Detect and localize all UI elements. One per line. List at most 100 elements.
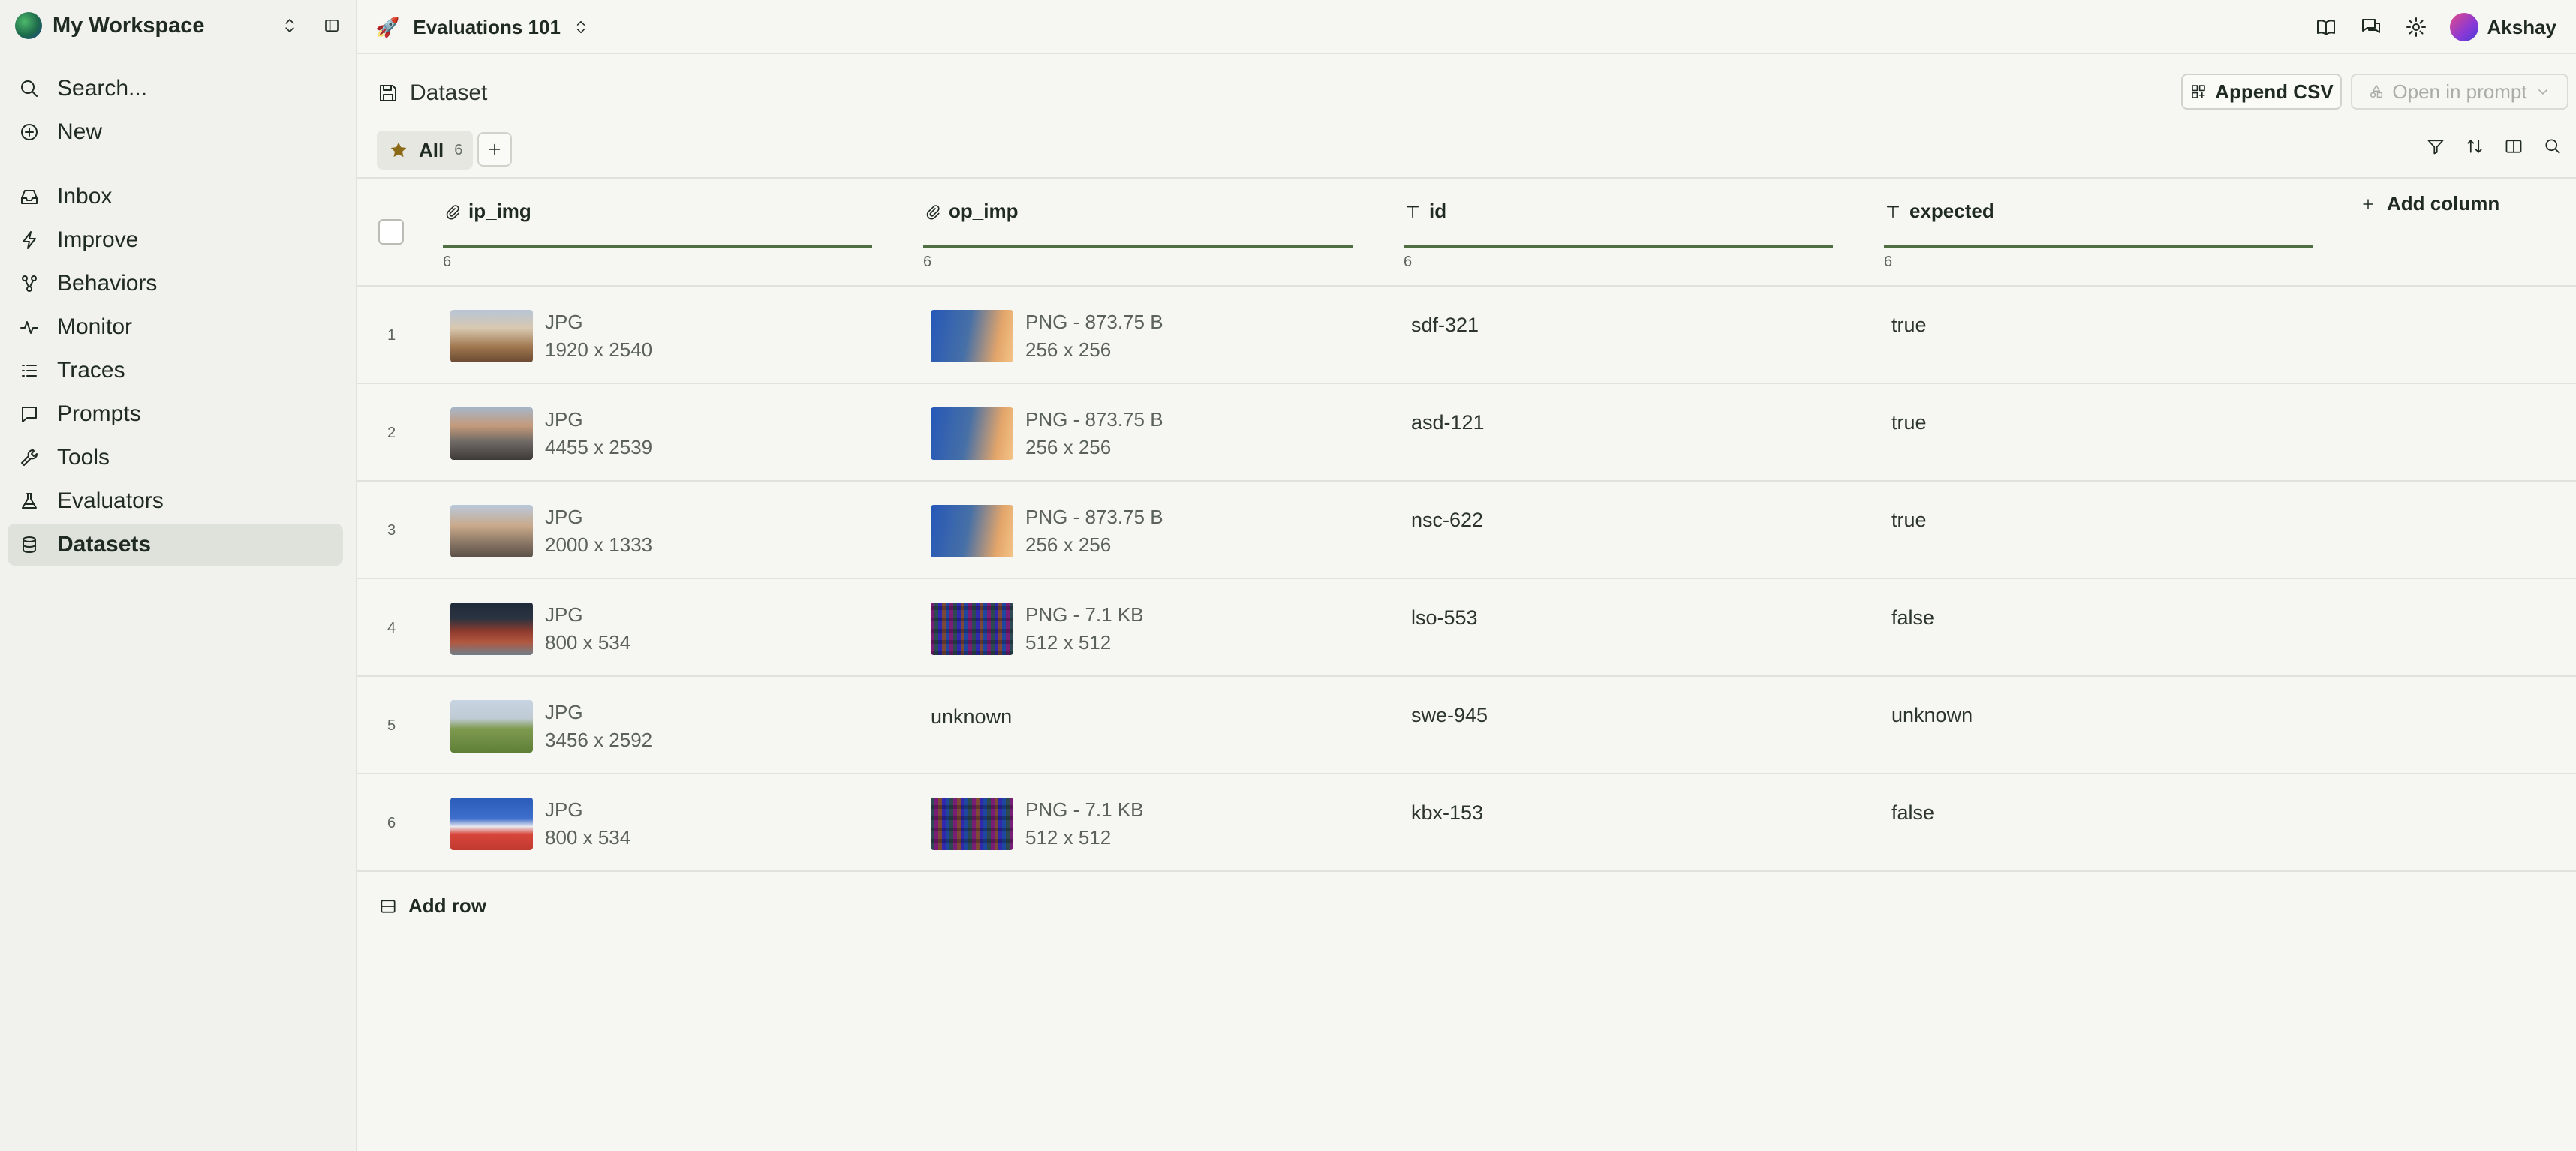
cell-ip-img[interactable]: JPG 800 x 534 — [450, 602, 630, 656]
file-format: PNG - 873.75 B — [1025, 311, 1163, 333]
sidebar-toggle-icon[interactable] — [318, 17, 345, 35]
file-dimensions: 4455 x 2539 — [545, 436, 653, 458]
photo-thumbnail — [450, 798, 533, 850]
cell-ip-img[interactable]: JPG 4455 x 2539 — [450, 407, 652, 461]
file-dimensions: 800 x 534 — [545, 826, 631, 849]
row-index: 2 — [387, 425, 396, 441]
book-icon[interactable] — [2315, 16, 2337, 38]
open-in-prompt-button[interactable]: Open in prompt — [2351, 74, 2568, 110]
photo-thumbnail — [450, 505, 533, 557]
sidebar-item-tools[interactable]: Tools — [8, 437, 343, 479]
file-dimensions: 512 x 512 — [1025, 826, 1112, 849]
cell-expected[interactable]: true — [1891, 509, 1927, 532]
inbox-icon — [21, 190, 38, 204]
file-format: PNG - 873.75 B — [1025, 506, 1163, 528]
column-label: ip_img — [468, 200, 531, 222]
cell-id[interactable]: sdf-321 — [1411, 314, 1479, 337]
cell-op-imp[interactable]: PNG - 7.1 KB 512 x 512 — [931, 602, 1144, 656]
sidebar-item-inbox[interactable]: Inbox — [8, 176, 343, 218]
cell-id[interactable]: asd-121 — [1411, 411, 1485, 434]
sidebar-item-behaviors[interactable]: Behaviors — [8, 263, 343, 305]
sidebar-item-improve[interactable]: Improve — [8, 219, 343, 261]
photo-thumbnail — [450, 700, 533, 753]
gradient-thumbnail — [931, 407, 1013, 460]
gear-icon[interactable] — [2405, 16, 2427, 38]
cell-ip-img[interactable]: JPG 800 x 534 — [450, 797, 630, 851]
select-all-checkbox[interactable] — [378, 219, 404, 245]
topbar: 🚀 Evaluations 101 Akshay — [357, 0, 2576, 54]
cell-op-imp[interactable]: PNG - 873.75 B 256 x 256 — [931, 309, 1163, 363]
column-count: 6 — [923, 254, 932, 270]
cell-id[interactable]: swe-945 — [1411, 704, 1488, 727]
table-row[interactable]: 6 JPG 800 x 534 PNG - 7.1 KB 512 x 512 kbx… — [357, 774, 2576, 872]
database-icon — [23, 536, 36, 553]
row-index: 4 — [387, 620, 396, 636]
cell-id[interactable]: lso-553 — [1411, 606, 1478, 630]
dataset-table: ip_img 6 op_imp 6 id 6 expected 6 Add co… — [357, 177, 2576, 872]
file-format: JPG — [545, 506, 583, 528]
filter-icon[interactable] — [2426, 137, 2445, 156]
cell-op-imp[interactable]: PNG - 873.75 B 256 x 256 — [931, 504, 1163, 558]
column-count: 6 — [1884, 254, 1893, 270]
table-row[interactable]: 1 JPG 1920 x 2540 PNG - 873.75 B 256 x 256… — [357, 287, 2576, 384]
cell-id[interactable]: nsc-622 — [1411, 509, 1483, 532]
cell-expected[interactable]: true — [1891, 411, 1927, 434]
page-title: Dataset — [410, 80, 488, 105]
sidebar-item-evaluators[interactable]: Evaluators — [8, 480, 343, 522]
paperclip-icon — [446, 204, 459, 219]
file-dimensions: 1920 x 2540 — [545, 338, 653, 361]
project-switcher[interactable]: 🚀 Evaluations 101 — [375, 12, 589, 42]
cell-op-imp[interactable]: PNG - 873.75 B 256 x 256 — [931, 407, 1163, 461]
cell-id[interactable]: kbx-153 — [1411, 801, 1483, 825]
cell-ip-img[interactable]: JPG 2000 x 1333 — [450, 504, 652, 558]
cell-expected[interactable]: false — [1891, 801, 1934, 825]
append-csv-button[interactable]: Append CSV — [2181, 74, 2342, 110]
cell-ip-img[interactable]: JPG 3456 x 2592 — [450, 699, 652, 753]
chevron-down-icon — [2538, 89, 2547, 95]
sort-icon[interactable] — [2465, 137, 2484, 156]
workspace-name: My Workspace — [53, 13, 205, 38]
cell-expected[interactable]: false — [1891, 606, 1934, 630]
cell-op-imp[interactable]: PNG - 7.1 KB 512 x 512 — [931, 797, 1144, 851]
messages-icon[interactable] — [2360, 16, 2382, 38]
sidebar-item-label: New — [57, 119, 103, 144]
sidebar: My Workspace Search... New Inbox Improve… — [0, 0, 357, 1151]
chevron-up-down-icon[interactable] — [573, 19, 589, 35]
column-fill-bar — [1884, 245, 2313, 248]
table-row[interactable]: 4 JPG 800 x 534 PNG - 7.1 KB 512 x 512 lso… — [357, 579, 2576, 677]
cell-expected[interactable]: unknown — [1891, 704, 1973, 727]
user-menu[interactable]: Akshay — [2449, 13, 2556, 41]
add-column-button[interactable]: Add column — [2360, 192, 2499, 215]
tab-all-label: All — [419, 138, 444, 161]
flask-icon — [22, 493, 37, 509]
tab-all[interactable]: All 6 — [377, 131, 473, 170]
sidebar-item-search[interactable]: Search... — [8, 68, 343, 110]
table-row[interactable]: 2 JPG 4455 x 2539 PNG - 873.75 B 256 x 256… — [357, 384, 2576, 482]
workspace-globe-icon — [15, 12, 42, 39]
table-row[interactable]: 3 JPG 2000 x 1333 PNG - 873.75 B 256 x 256… — [357, 482, 2576, 579]
cell-expected[interactable]: true — [1891, 314, 1927, 337]
columns-icon[interactable] — [2504, 137, 2523, 156]
photo-thumbnail — [450, 407, 533, 460]
workspace-switcher[interactable]: My Workspace — [15, 11, 345, 41]
sidebar-item-new[interactable]: New — [8, 111, 343, 153]
sidebar-item-label: Improve — [57, 227, 139, 252]
sidebar-item-datasets[interactable]: Datasets — [8, 524, 343, 566]
file-format: PNG - 873.75 B — [1025, 408, 1163, 431]
cell-ip-img[interactable]: JPG 1920 x 2540 — [450, 309, 652, 363]
table-search-icon[interactable] — [2543, 137, 2562, 156]
bolt-icon — [23, 231, 36, 249]
table-row[interactable]: 5 JPG 3456 x 2592 unknown swe-945 unknown — [357, 677, 2576, 774]
sidebar-item-prompts[interactable]: Prompts — [8, 393, 343, 435]
sidebar-item-label: Traces — [57, 358, 125, 383]
sidebar-item-traces[interactable]: Traces — [8, 350, 343, 392]
sidebar-item-monitor[interactable]: Monitor — [8, 306, 343, 348]
cell-op-imp-unknown[interactable]: unknown — [931, 705, 1012, 729]
add-view-button[interactable] — [477, 132, 512, 167]
sidebar-item-label: Search... — [57, 76, 148, 101]
column-count: 6 — [1404, 254, 1413, 270]
add-row-button[interactable]: Add row — [378, 894, 486, 918]
list-icon — [22, 365, 37, 377]
chevron-up-down-icon[interactable] — [276, 17, 303, 35]
main-content: Dataset Append CSV Open in prompt All 6 … — [357, 54, 2576, 1151]
